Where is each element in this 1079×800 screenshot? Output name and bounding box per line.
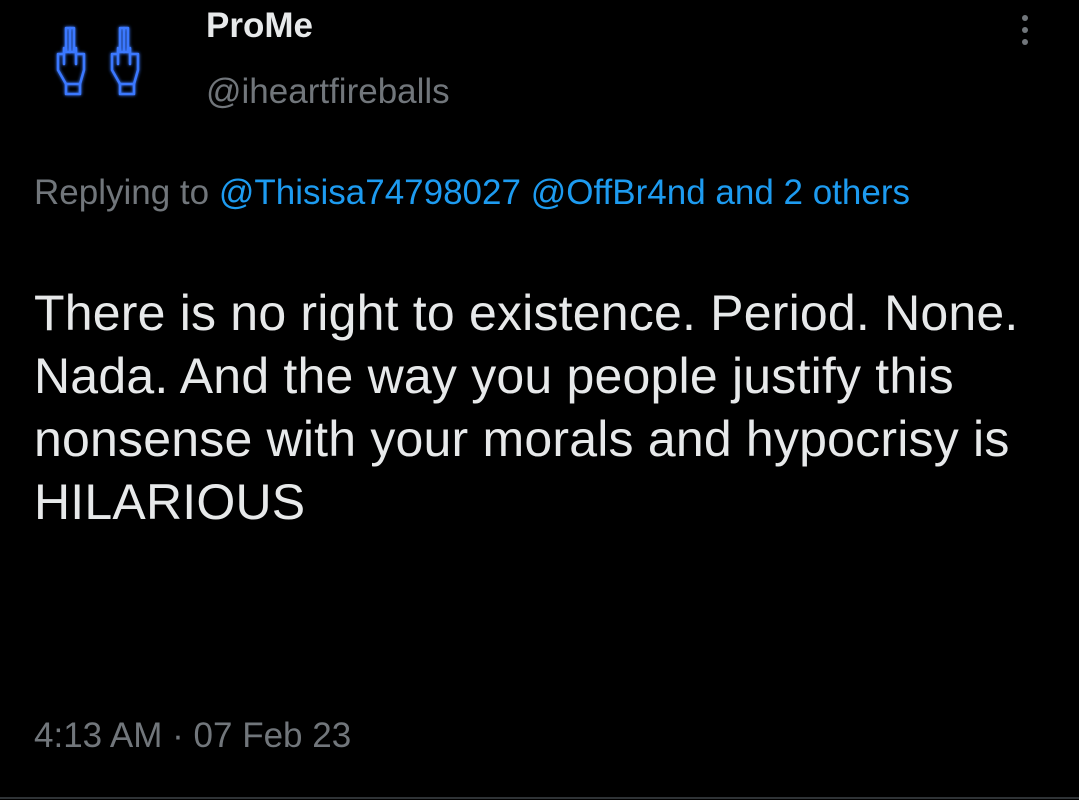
display-name[interactable]: ProMe <box>206 6 313 46</box>
others-link[interactable]: and 2 others <box>715 173 910 212</box>
separator-dot: · <box>172 716 184 755</box>
tweet-timestamp[interactable]: 4:13 AM · 07 Feb 23 <box>34 716 351 756</box>
replying-to-label: Replying to <box>34 173 210 212</box>
tweet-date: 07 Feb 23 <box>193 716 352 755</box>
tweet-text: There is no right to existence. Period. … <box>34 285 1019 530</box>
tweet-time: 4:13 AM <box>34 716 163 755</box>
more-options-button[interactable] <box>1004 8 1044 52</box>
avatar[interactable] <box>44 18 164 110</box>
mention-link[interactable]: @Thisisa74798027 <box>219 173 521 212</box>
tweet: ProMe @iheartfireballs Replying to @This… <box>0 0 1079 800</box>
neon-hands-icon <box>56 26 140 96</box>
divider <box>0 797 1079 799</box>
replying-to: Replying to @Thisisa74798027 @OffBr4nd a… <box>34 162 1044 223</box>
user-handle[interactable]: @iheartfireballs <box>206 72 450 112</box>
mention-link[interactable]: @OffBr4nd <box>531 173 706 212</box>
